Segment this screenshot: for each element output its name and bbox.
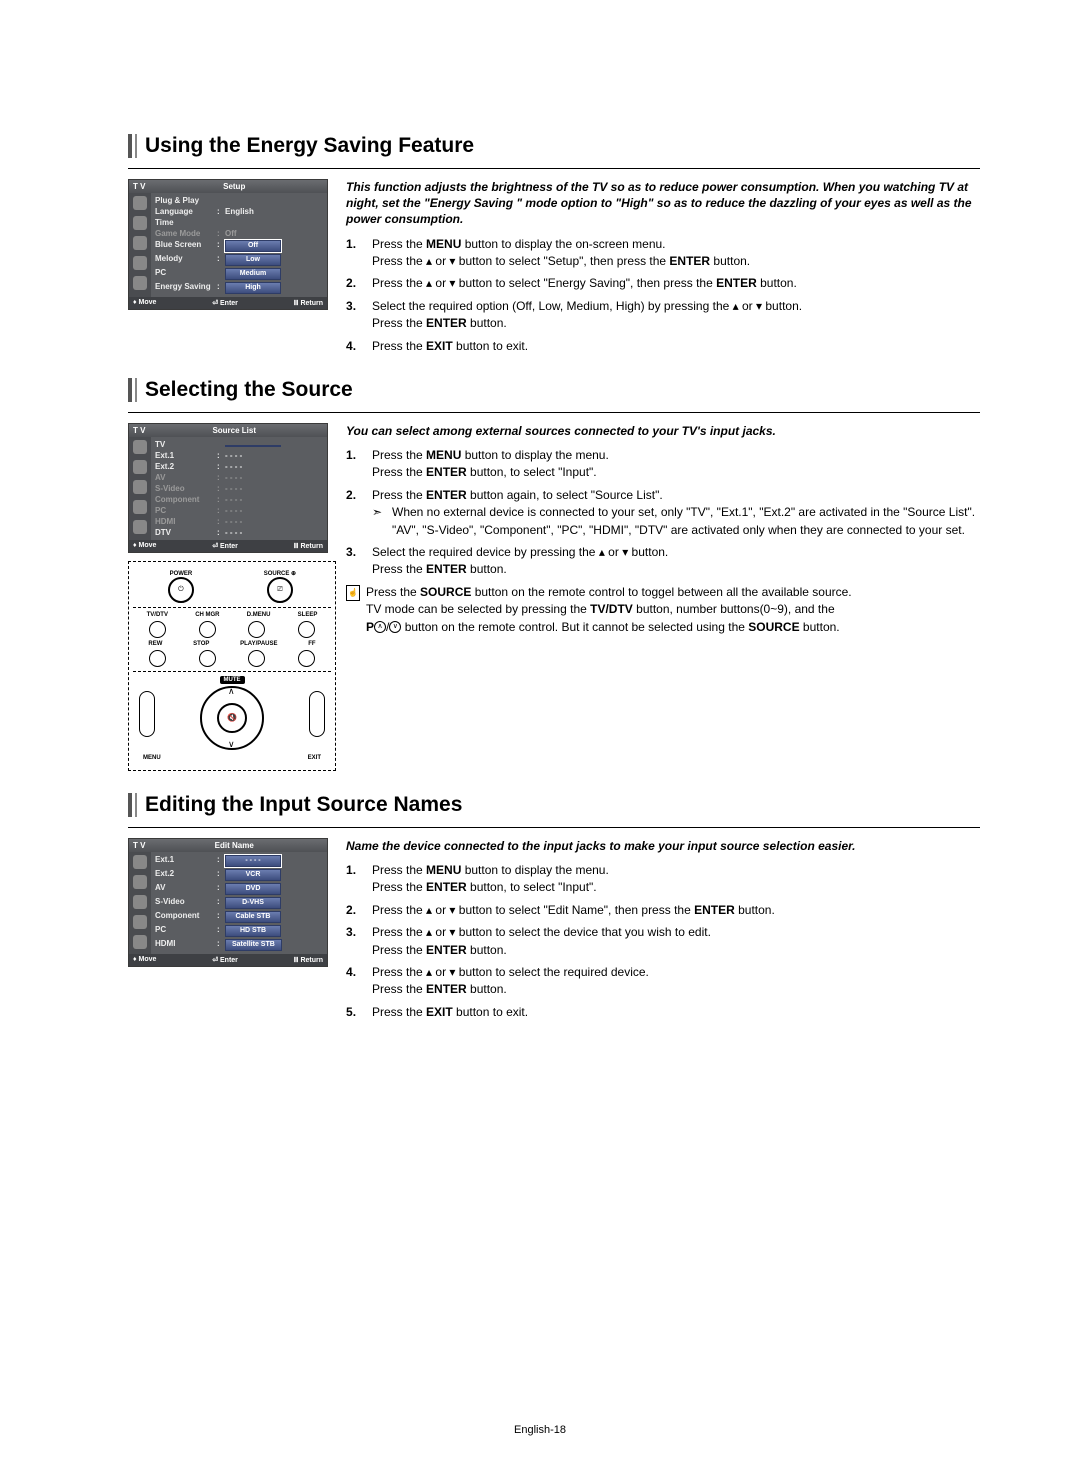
osd-tv-label: T V bbox=[133, 426, 145, 435]
osd-foot-return: Return bbox=[300, 543, 323, 550]
p-up-icon: ∧ bbox=[374, 621, 386, 633]
osd-row: Time bbox=[155, 217, 323, 228]
step: Select the required option (Off, Low, Me… bbox=[346, 298, 980, 333]
osd-foot-enter: Enter bbox=[220, 957, 238, 964]
osd-title: Setup bbox=[223, 182, 245, 191]
step: Press the MENU button to display the men… bbox=[346, 862, 980, 897]
remote-source-button: ⎚ bbox=[267, 577, 293, 603]
osd-tv-label: T V bbox=[133, 841, 145, 850]
osd-row: AV:- - - - bbox=[155, 472, 323, 483]
remote-volume-rocker bbox=[139, 691, 155, 737]
osd-row: PC:- - - - bbox=[155, 505, 323, 516]
hand-icon: ☝ bbox=[346, 585, 360, 601]
sub-note: When no external device is connected to … bbox=[372, 504, 980, 539]
osd-row: S-Video:- - - - bbox=[155, 483, 323, 494]
osd-row: Melody:Low bbox=[155, 253, 323, 267]
osd-row: Language:English bbox=[155, 206, 323, 217]
step: Press the or button to select "Edit Name… bbox=[346, 902, 980, 919]
osd-foot-enter: Enter bbox=[220, 300, 238, 307]
osd-row: Energy Saving:High bbox=[155, 281, 323, 295]
osd-tv-label: T V bbox=[133, 182, 145, 191]
osd-title: Source List bbox=[212, 426, 256, 435]
page-footer: English-18 bbox=[0, 1424, 1080, 1436]
osd-row: Ext.2:VCR bbox=[155, 868, 323, 882]
osd-row: DTV:- - - - bbox=[155, 527, 323, 538]
step: Press the or button to select "Energy Sa… bbox=[346, 275, 980, 292]
osd-row: Ext.2:- - - - bbox=[155, 461, 323, 472]
remote-mute-label: MUTE bbox=[220, 676, 245, 684]
osd-title: Edit Name bbox=[215, 841, 254, 850]
osd-foot-move: Move bbox=[139, 542, 157, 549]
remote-illustration: POWER ⏻ SOURCE ⊕ ⎚ TV/DTVCH MGRD.MENUSLE… bbox=[128, 561, 336, 771]
osd-row: Ext.1:- - - - bbox=[155, 450, 323, 461]
remote-menu-label: MENU bbox=[143, 755, 161, 761]
remote-exit-label: EXIT bbox=[308, 755, 321, 761]
osd-row: Component:- - - - bbox=[155, 494, 323, 505]
step: Press the MENU button to display the on-… bbox=[346, 236, 980, 271]
osd-row: PC:HD STB bbox=[155, 924, 323, 938]
section-heading: Editing the Input Source Names bbox=[145, 793, 462, 817]
osd-row: Ext.1:- - - - bbox=[155, 854, 323, 868]
step: Press the EXIT button to exit. bbox=[346, 338, 980, 355]
remote-source-label: SOURCE bbox=[264, 571, 290, 577]
osd-row: S-Video:D-VHS bbox=[155, 896, 323, 910]
osd-row: HDMI:- - - - bbox=[155, 516, 323, 527]
section-heading: Using the Energy Saving Feature bbox=[145, 134, 474, 158]
section2-intro: You can select among external sources co… bbox=[346, 423, 980, 439]
osd-foot-move: Move bbox=[139, 299, 157, 306]
section1-intro: This function adjusts the brightness of … bbox=[346, 179, 980, 228]
osd-foot-move: Move bbox=[139, 956, 157, 963]
osd-foot-enter: Enter bbox=[220, 543, 238, 550]
remote-power-button: ⏻ bbox=[168, 577, 194, 603]
osd-setup-menu: T V Setup Plug & PlayLanguage:EnglishTime… bbox=[128, 179, 328, 310]
osd-row: Blue Screen:Off bbox=[155, 239, 323, 253]
osd-foot-return: Return bbox=[300, 957, 323, 964]
step: Select the required device by pressing t… bbox=[346, 544, 980, 579]
remote-note: ☝ Press the SOURCE button on the remote … bbox=[346, 584, 980, 636]
osd-row: PCMedium bbox=[155, 267, 323, 281]
step: Press the EXIT button to exit. bbox=[346, 1004, 980, 1021]
osd-source-list-menu: T V Source List TVExt.1:- - - -Ext.2:- - … bbox=[128, 423, 328, 553]
remote-dpad: ∧ ∨ 🔇 bbox=[200, 686, 264, 750]
remote-channel-rocker bbox=[309, 691, 325, 737]
step: Press the or button to select the requir… bbox=[346, 964, 980, 999]
osd-row: TV bbox=[155, 439, 323, 450]
osd-edit-name-menu: T V Edit Name Ext.1:- - - -Ext.2:VCRAV:DV… bbox=[128, 838, 328, 967]
section3-intro: Name the device connected to the input j… bbox=[346, 838, 980, 854]
osd-row: AV:DVD bbox=[155, 882, 323, 896]
osd-row: HDMI:Satellite STB bbox=[155, 938, 323, 952]
osd-row: Plug & Play bbox=[155, 195, 323, 206]
osd-row: Component:Cable STB bbox=[155, 910, 323, 924]
section-heading: Selecting the Source bbox=[145, 378, 353, 402]
osd-foot-return: Return bbox=[300, 300, 323, 307]
p-down-icon: ∨ bbox=[389, 621, 401, 633]
step: Press the or button to select the device… bbox=[346, 924, 980, 959]
step: Press the ENTER button again, to select … bbox=[346, 487, 980, 539]
osd-row: Game Mode:Off bbox=[155, 228, 323, 239]
step: Press the MENU button to display the men… bbox=[346, 447, 980, 482]
